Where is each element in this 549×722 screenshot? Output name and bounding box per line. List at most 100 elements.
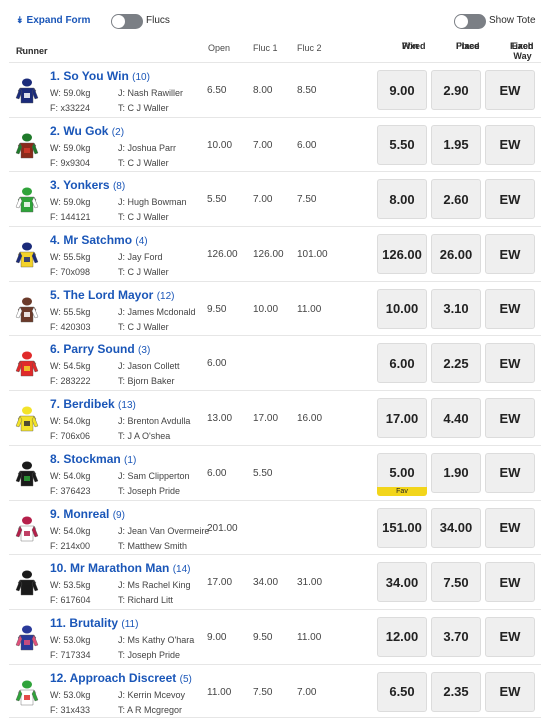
jockey-silk-icon: [15, 78, 39, 104]
win-fixed-button[interactable]: 6.50: [377, 671, 427, 712]
win-fixed-button[interactable]: 34.00: [377, 562, 427, 603]
flucs-toggle[interactable]: [111, 14, 143, 29]
place-fixed-button[interactable]: 1.90: [431, 452, 481, 493]
each-way-button[interactable]: EW: [485, 288, 535, 329]
trainer: T: A R Mcgregor: [118, 704, 183, 715]
place-fixed-button[interactable]: 26.00: [431, 234, 481, 275]
expand-form-label: Expand Form: [26, 15, 91, 26]
win-fixed-button[interactable]: 10.00: [377, 288, 427, 329]
show-tote-label: Show Tote: [489, 15, 536, 26]
runner-row: 5. The Lord Mayor (12) W: 55.5kg J: James …: [9, 280, 541, 336]
expand-form-link[interactable]: ↡ Expand Form: [16, 15, 90, 26]
jockey-silk-icon: [15, 625, 39, 651]
runner-weight-jockey: W: 54.5kg J: Jason Collett: [50, 361, 180, 372]
each-way-button[interactable]: EW: [485, 70, 535, 110]
each-way-button[interactable]: EW: [485, 234, 535, 275]
runner-row: 12. Approach Discreet (5) W: 53.0kg J: Ker…: [9, 663, 541, 719]
trainer: T: C J Waller: [118, 157, 169, 168]
each-way-button[interactable]: EW: [485, 562, 535, 603]
jockey-silk-icon: [15, 297, 39, 322]
runner-name-link[interactable]: 3. Yonkers (8): [50, 178, 125, 192]
jockey-silk-icon: [15, 133, 39, 158]
runner-name-link[interactable]: 6. Parry Sound (3): [50, 342, 150, 356]
each-way-button[interactable]: EW: [485, 671, 535, 712]
each-way-button[interactable]: EW: [485, 616, 535, 657]
barrier-number: (4): [135, 236, 148, 248]
trainer: T: J A O'shea: [118, 431, 171, 442]
runner-name-link[interactable]: 12. Approach Discreet (5): [50, 671, 192, 685]
runner-name-link[interactable]: 4. Mr Satchmo (4): [50, 233, 148, 247]
open-odds: 201.00: [207, 522, 238, 534]
jockey-silk-icon: [15, 516, 39, 541]
barrier-number: (13): [118, 400, 136, 412]
weight: W: 54.5kg: [50, 361, 91, 372]
runner-weight-jockey: W: 53.0kg J: Ms Kathy O'hara: [50, 635, 194, 645]
runner-weight-jockey: W: 54.0kg J: Sam Clipperton: [50, 471, 190, 481]
form: F: 617604: [50, 595, 91, 606]
barrier-number: (9): [112, 509, 125, 521]
place-fixed-button[interactable]: 3.10: [431, 288, 481, 329]
runner-name-link[interactable]: 10. Mr Marathon Man (14): [50, 561, 191, 575]
place-fixed-button[interactable]: 3.70: [431, 616, 481, 657]
win-fixed-button[interactable]: 151.00: [377, 507, 427, 548]
win-fixed-button[interactable]: 5.50: [377, 124, 427, 165]
each-way-button[interactable]: EW: [485, 124, 535, 165]
runner-name-link[interactable]: 1. So You Win (10): [50, 69, 150, 83]
runner-name-link[interactable]: 5. The Lord Mayor (12): [50, 288, 175, 302]
runner-name-link[interactable]: 2. Wu Gok (2): [50, 124, 124, 138]
jockey-silk-icon: [15, 570, 39, 596]
runner-weight-jockey: W: 59.0kg J: Nash Rawiller: [50, 88, 183, 98]
runner-name-link[interactable]: 9. Monreal (9): [50, 507, 125, 521]
fluc2-odds: 16.00: [297, 413, 323, 425]
weight: W: 54.0kg: [50, 525, 91, 536]
trainer: T: Joseph Pride: [118, 649, 181, 660]
show-tote-toggle[interactable]: [454, 14, 486, 29]
flucs-label: Flucs: [146, 15, 170, 26]
win-fixed-button[interactable]: 12.00: [377, 616, 427, 657]
place-fixed-button[interactable]: 7.50: [431, 562, 481, 603]
barrier-number: (11): [121, 618, 139, 630]
barrier-number: (3): [138, 345, 151, 357]
weight: W: 59.0kg: [50, 197, 91, 208]
runner-row: 3. Yonkers (8) W: 59.0kg J: Hugh Bowman F: …: [9, 171, 541, 226]
runner-name-link[interactable]: 8. Stockman (1): [50, 452, 136, 466]
win-fixed-button[interactable]: 8.00: [377, 179, 427, 220]
runner-form-trainer: F: 420303 T: C J Waller: [50, 321, 169, 332]
open-column-header: Open: [208, 43, 231, 53]
each-way-button[interactable]: EW: [485, 452, 535, 493]
each-way-button[interactable]: EW: [485, 507, 535, 548]
each-way-button[interactable]: EW: [485, 398, 535, 439]
form: F: 420303: [50, 321, 91, 332]
win-fixed-button[interactable]: 17.00: [377, 398, 427, 439]
place-fixed-button[interactable]: 2.35: [431, 671, 481, 712]
runner-name-link[interactable]: 7. Berdibek (13): [50, 397, 136, 411]
place-fixed-button[interactable]: 1.95: [431, 124, 481, 165]
runner-name-link[interactable]: 11. Brutality (11): [50, 616, 138, 630]
jockey: J: Jason Collett: [118, 361, 180, 372]
weight: W: 53.5kg: [50, 580, 91, 591]
each-way-button[interactable]: EW: [485, 343, 535, 384]
win-fixed-button[interactable]: 9.00: [377, 70, 427, 110]
win-fixed-button[interactable]: 6.00: [377, 343, 427, 384]
fluc1-odds: 10.00: [253, 303, 279, 315]
place-fixed-button[interactable]: 34.00: [431, 507, 481, 548]
place-fixed-button[interactable]: 4.40: [431, 398, 481, 439]
runner-row: 7. Berdibek (13) W: 54.0kg J: Brenton Avdu…: [9, 390, 541, 445]
runner-row: 10. Mr Marathon Man (14) W: 53.5kg J: Ms R…: [9, 554, 541, 609]
win-fixed-button[interactable]: 126.00: [377, 234, 427, 275]
fluc1-odds: 17.00: [253, 413, 279, 425]
form: F: 717334: [50, 649, 91, 660]
place-fixed-button[interactable]: 2.60: [431, 179, 481, 220]
place-fixed-button[interactable]: 2.90: [431, 70, 481, 110]
fluc1-odds: 7.50: [253, 686, 273, 698]
runner-weight-jockey: W: 54.0kg J: Brenton Avdulla: [50, 416, 190, 426]
runner-row: 6. Parry Sound (3) W: 54.5kg J: Jason Coll…: [9, 335, 541, 390]
each-way-button[interactable]: EW: [485, 179, 535, 220]
form: F: 283222: [50, 376, 91, 387]
runner-form-trainer: F: 376423 T: Joseph Pride: [50, 486, 180, 496]
trainer: T: C J Waller: [118, 267, 169, 278]
jockey-silk-icon: [15, 680, 39, 705]
place-fixed-button[interactable]: 2.25: [431, 343, 481, 384]
runner-row: 11. Brutality (11) W: 53.0kg J: Ms Kathy O…: [9, 608, 541, 664]
jockey: J: Ms Kathy O'hara: [118, 634, 195, 645]
